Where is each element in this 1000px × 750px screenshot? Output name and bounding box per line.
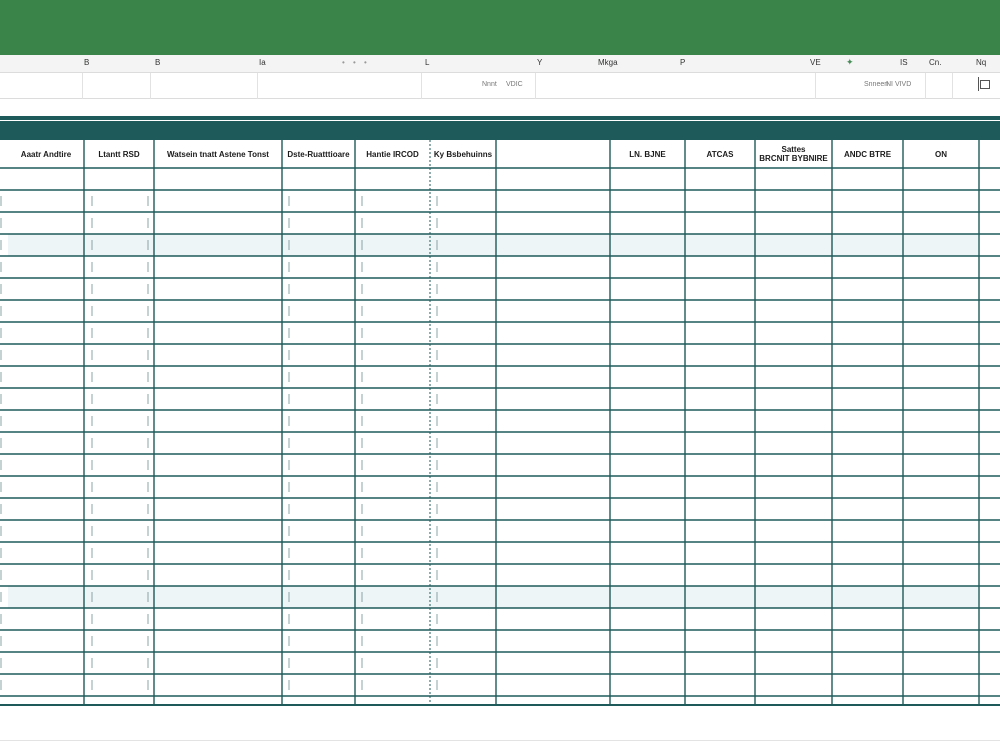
column-header[interactable]: Sattes BRCNIT BYBNIRE	[755, 140, 832, 168]
formula-bar: Nnnt VDIC Snneen NI VIVD	[0, 73, 1000, 99]
column-header[interactable]	[979, 140, 1000, 168]
table-title-band	[0, 121, 1000, 140]
column-letter[interactable]: B	[155, 58, 160, 67]
name-box[interactable]	[0, 73, 83, 99]
column-header[interactable]: Dste-Ruatttioare	[282, 140, 355, 168]
column-header[interactable]: LN. BJNE	[610, 140, 685, 168]
name-box-label: Nnnt	[482, 81, 497, 88]
column-header[interactable]: ATCAS	[685, 140, 755, 168]
status-value: NI VIVD	[886, 81, 912, 88]
expand-formula-bar-icon[interactable]	[978, 77, 992, 91]
column-letter[interactable]: B	[84, 58, 89, 67]
column-letter-bar: B B Ia • • • L Y Mkga P VE IS Cn. Nq ✦	[0, 55, 1000, 73]
column-letter[interactable]: IS	[900, 58, 908, 67]
column-header[interactable]: Hantie IRCOD	[355, 140, 430, 168]
column-letter[interactable]: L	[425, 58, 429, 67]
formula-segment[interactable]	[258, 73, 422, 99]
column-letter[interactable]: Y	[537, 58, 542, 67]
column-header[interactable]	[496, 140, 610, 168]
column-letter[interactable]: VE	[810, 58, 821, 67]
table-top-border	[0, 116, 1000, 120]
formula-segment[interactable]	[536, 73, 816, 99]
column-header[interactable]: ON	[903, 140, 979, 168]
status-label: Snneen	[864, 81, 889, 88]
column-letter[interactable]: Ia	[259, 58, 266, 67]
column-header[interactable]: Watsein tnatt Astene Tonst	[154, 140, 282, 168]
column-header[interactable]: Ky Bsbehuinns	[430, 140, 496, 168]
grid-lines	[0, 140, 1000, 706]
formula-segment[interactable]	[926, 73, 953, 99]
spreadsheet-grid[interactable]: Aaatr Andtire Ltantt RSD Watsein tnatt Ast…	[0, 140, 1000, 706]
formula-segment[interactable]	[151, 73, 258, 99]
column-header[interactable]: Aaatr Andtire	[8, 140, 84, 168]
column-letter[interactable]: Mkga	[598, 58, 618, 67]
insert-function-icon[interactable]: ✦	[846, 57, 854, 68]
formula-segment[interactable]	[83, 73, 151, 99]
column-header[interactable]: Ltantt RSD	[84, 140, 154, 168]
status-bar-divider	[0, 740, 1000, 741]
column-letter[interactable]: Nq	[976, 58, 986, 67]
column-letter[interactable]: • • •	[342, 58, 370, 67]
column-letter[interactable]: Cn.	[929, 58, 941, 67]
column-letter[interactable]: P	[680, 58, 685, 67]
name-box-value: VDIC	[506, 81, 523, 88]
column-header[interactable]: ANDC BTRE	[832, 140, 903, 168]
app-title-bar	[0, 0, 1000, 55]
